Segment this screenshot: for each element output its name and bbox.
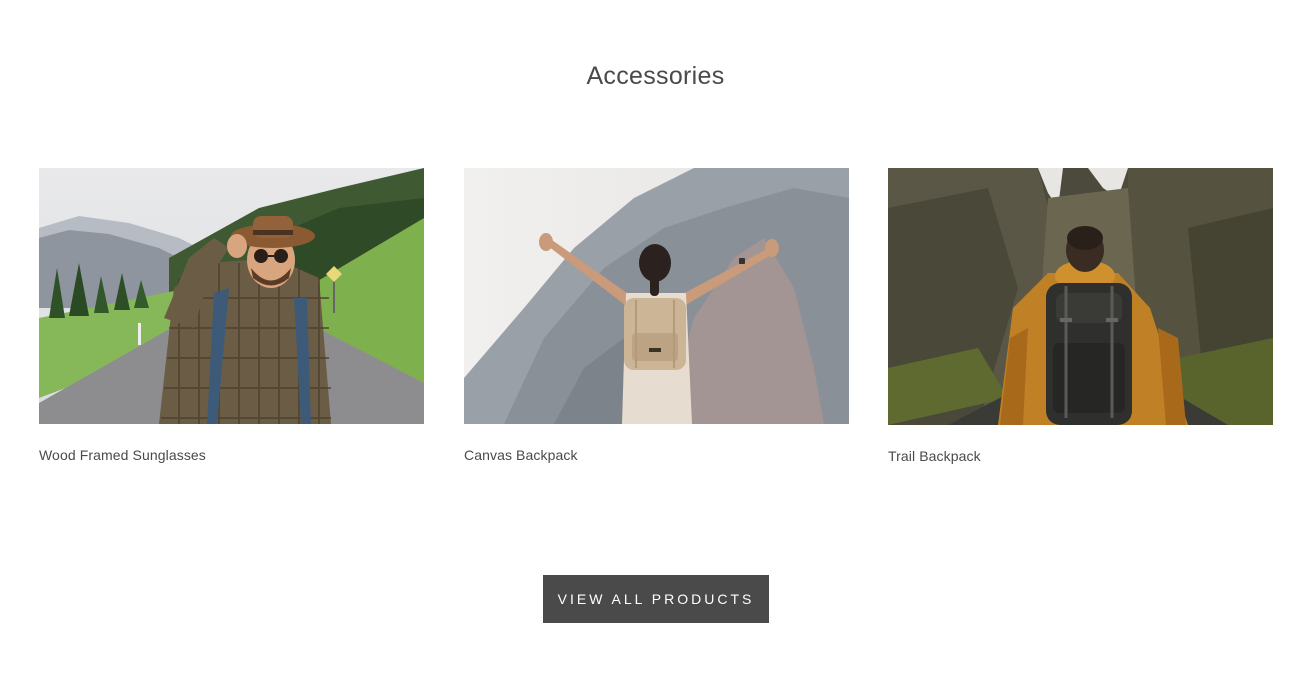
product-name[interactable]: Canvas Backpack <box>464 447 849 463</box>
product-image-sunglasses[interactable] <box>39 168 424 424</box>
section-title: Accessories <box>586 62 725 90</box>
product-image-canvas-backpack[interactable] <box>464 168 849 424</box>
view-all-products-button[interactable]: VIEW ALL PRODUCTS <box>543 575 769 623</box>
product-name[interactable]: Trail Backpack <box>888 448 1273 464</box>
product-card-canvas-backpack[interactable]: Canvas Backpack <box>464 168 849 463</box>
product-card-wood-framed-sunglasses[interactable]: Wood Framed Sunglasses <box>39 168 424 463</box>
product-image-trail-backpack[interactable] <box>888 168 1273 425</box>
product-name[interactable]: Wood Framed Sunglasses <box>39 447 424 463</box>
product-card-trail-backpack[interactable]: Trail Backpack <box>888 168 1273 464</box>
